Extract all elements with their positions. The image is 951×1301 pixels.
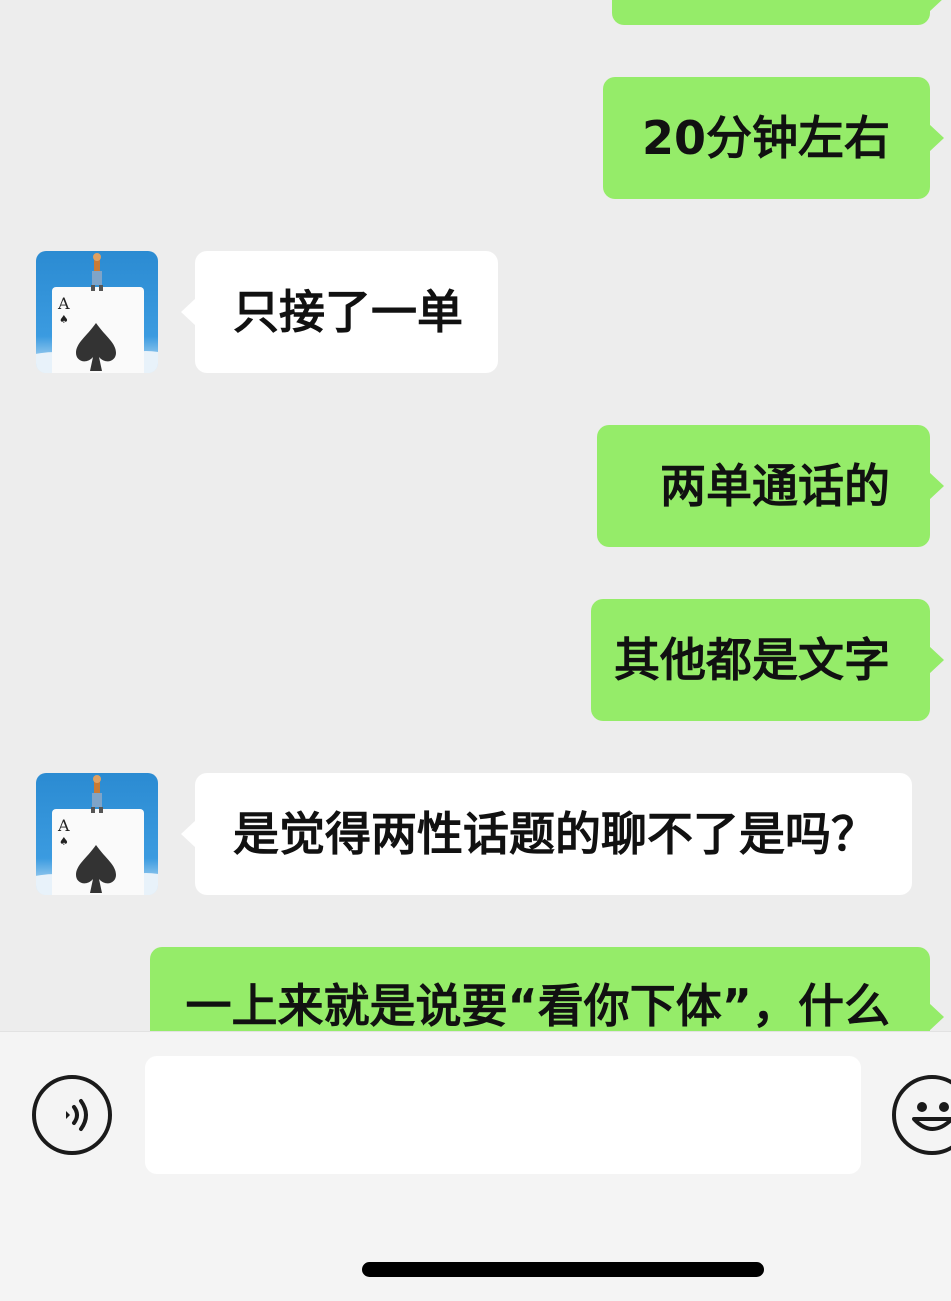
svg-text:♠: ♠ [59, 835, 69, 848]
emoji-icon [912, 1102, 951, 1131]
message-text: 只接了一单 [233, 285, 463, 339]
message-bubble-outgoing[interactable]: 一上来就是说要“看你下体”，什么 [150, 947, 944, 1031]
message-bubble-outgoing[interactable]: 其他都是文字 [591, 599, 944, 721]
message-bubble-outgoing[interactable] [612, 0, 944, 25]
message-bubble-outgoing[interactable]: 两单通话的 [597, 425, 944, 547]
voice-icon [66, 1099, 88, 1131]
svg-text:A: A [57, 294, 70, 313]
chat-area: 20分钟左右 A ♠ 只接了一单 两单通话的 其他都是文字 A ♠ 是觉得两性话… [0, 0, 951, 1031]
home-indicator[interactable] [362, 1262, 764, 1277]
svg-text:♠: ♠ [59, 313, 69, 326]
ace-of-spades-avatar-icon: A ♠ [36, 253, 158, 373]
message-text: 是觉得两性话题的聊不了是吗？ [233, 807, 877, 861]
voice-input-button[interactable] [32, 1075, 112, 1155]
message-text: 一上来就是说要“看你下体”，什么 [185, 979, 890, 1031]
message-text: 两单通话的 [660, 459, 890, 513]
message-bubble-outgoing[interactable]: 20分钟左右 [603, 77, 944, 199]
message-input[interactable] [145, 1056, 861, 1174]
message-bubble-incoming[interactable]: 只接了一单 [181, 251, 498, 373]
message-text: 其他都是文字 [614, 633, 890, 687]
svg-text:A: A [57, 816, 70, 835]
ace-of-spades-avatar-icon: A ♠ [36, 775, 158, 895]
contact-avatar[interactable]: A ♠ [36, 251, 158, 373]
message-text: 20分钟左右 [641, 111, 890, 165]
contact-avatar[interactable]: A ♠ [36, 773, 158, 895]
message-bubble-incoming[interactable]: 是觉得两性话题的聊不了是吗？ [181, 773, 912, 895]
